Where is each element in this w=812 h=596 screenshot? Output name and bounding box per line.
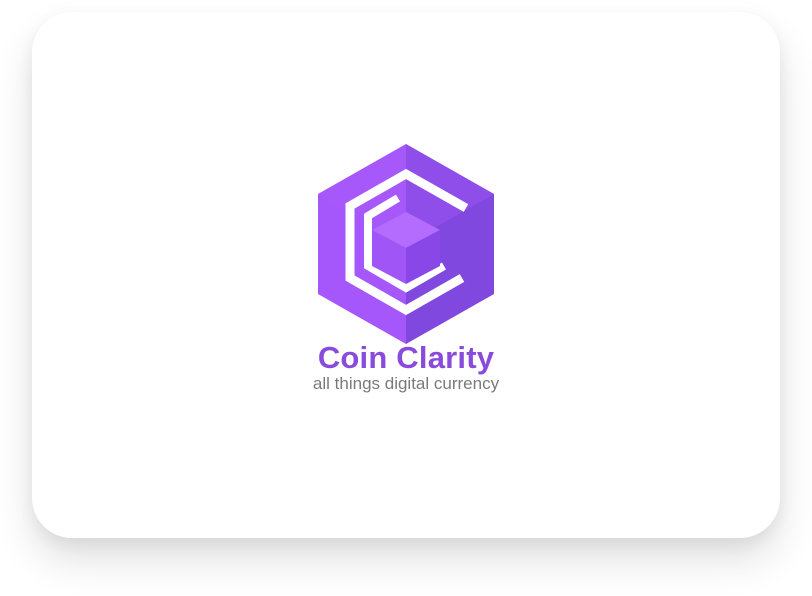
hexagon-cube-c-logo-icon (318, 144, 494, 344)
brand-tagline: all things digital currency (312, 374, 500, 393)
brand-name: Coin Clarity (317, 340, 495, 375)
page: Coin Clarity all things digital currency (0, 0, 812, 596)
